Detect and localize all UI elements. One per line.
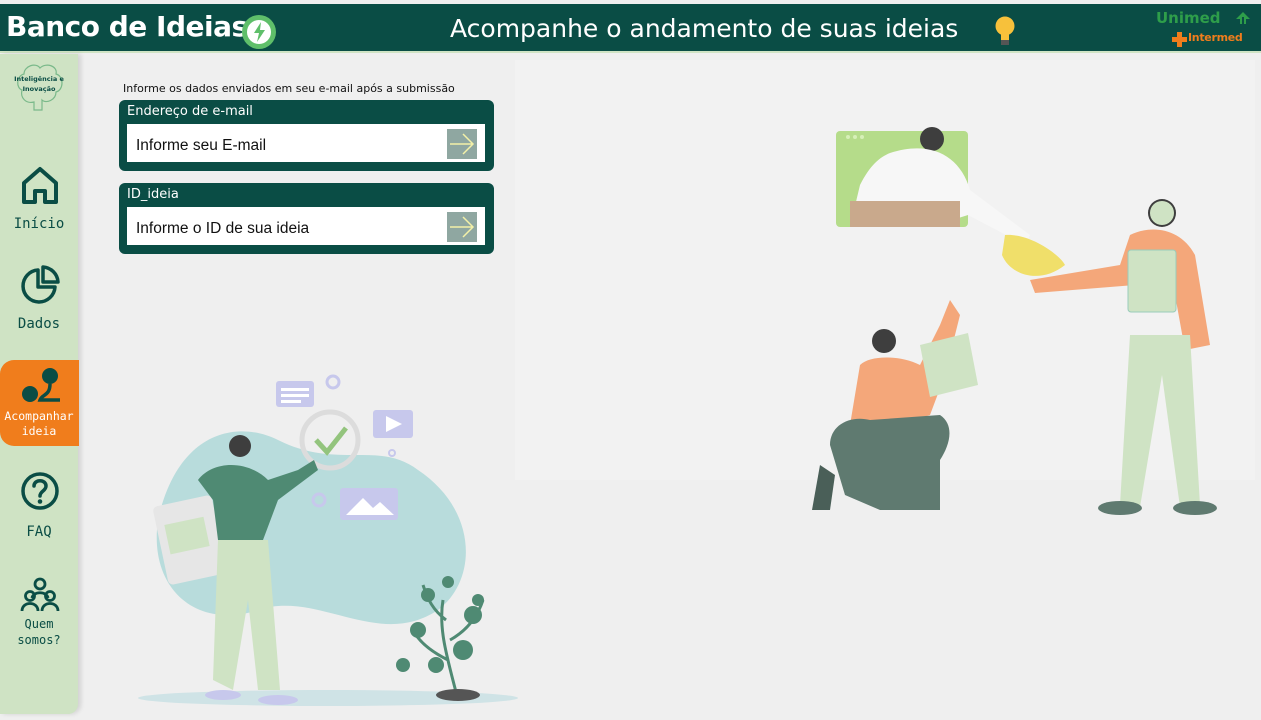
idea-id-label: ID_ideia	[127, 187, 179, 202]
arrow-right-icon	[450, 133, 475, 155]
sidebar-item-label: Quem somos?	[17, 617, 61, 647]
email-input[interactable]	[127, 124, 485, 162]
home-icon	[22, 167, 58, 204]
brand-intermed: Intermed	[1188, 31, 1243, 44]
instruction-text: Informe os dados enviados em seu e-mail …	[123, 82, 455, 95]
arrow-right-icon	[450, 216, 475, 238]
sidebar-item-faq[interactable]: FAQ	[0, 470, 78, 554]
unimed-tree-icon	[1236, 12, 1250, 24]
top-header: Banco de Ideias Acompanhe o andamento de…	[0, 4, 1261, 53]
sidebar-item-label: Acompanhar ideia	[4, 409, 74, 438]
email-card: Endereço de e-mail	[119, 100, 494, 171]
innovation-logo: Inteligência e Inovação	[12, 60, 66, 114]
sidebar-item-acompanhar-ideia[interactable]: Acompanhar ideia	[0, 360, 79, 446]
question-icon	[21, 472, 59, 510]
team-collaboration-illustration	[812, 127, 1217, 515]
email-label: Endereço de e-mail	[127, 104, 253, 119]
idea-id-card: ID_ideia	[119, 183, 494, 254]
sidebar-item-dados[interactable]: Dados	[0, 264, 78, 348]
email-submit-button[interactable]	[447, 129, 477, 159]
sidebar-item-label: Dados	[17, 316, 61, 332]
sidebar-item-label: FAQ	[26, 524, 52, 540]
idea-id-input[interactable]	[127, 207, 485, 245]
track-idea-icon	[22, 368, 60, 402]
sidebar-item-quem-somos[interactable]: Quem somos?	[0, 576, 78, 660]
logo-text: Inteligência e Inovação	[14, 75, 64, 93]
page-subtitle: Acompanhe o andamento de suas ideias	[450, 14, 959, 43]
sidebar-item-inicio[interactable]: Início	[0, 164, 78, 248]
sidebar-item-label: Início	[13, 216, 65, 232]
sidebar: Inteligência e Inovação Início Dados Aco…	[0, 54, 79, 714]
person-with-dashboard-illustration	[138, 374, 518, 706]
lightbulb-logo-icon	[242, 15, 276, 49]
team-icon	[20, 577, 60, 612]
idea-id-submit-button[interactable]	[447, 212, 477, 242]
app-title: Banco de Ideias	[6, 10, 248, 43]
pie-chart-icon	[21, 265, 60, 304]
lightbulb-icon	[995, 16, 1015, 45]
intermed-cross-icon	[1172, 32, 1187, 47]
brand-unimed: Unimed	[1156, 9, 1221, 27]
